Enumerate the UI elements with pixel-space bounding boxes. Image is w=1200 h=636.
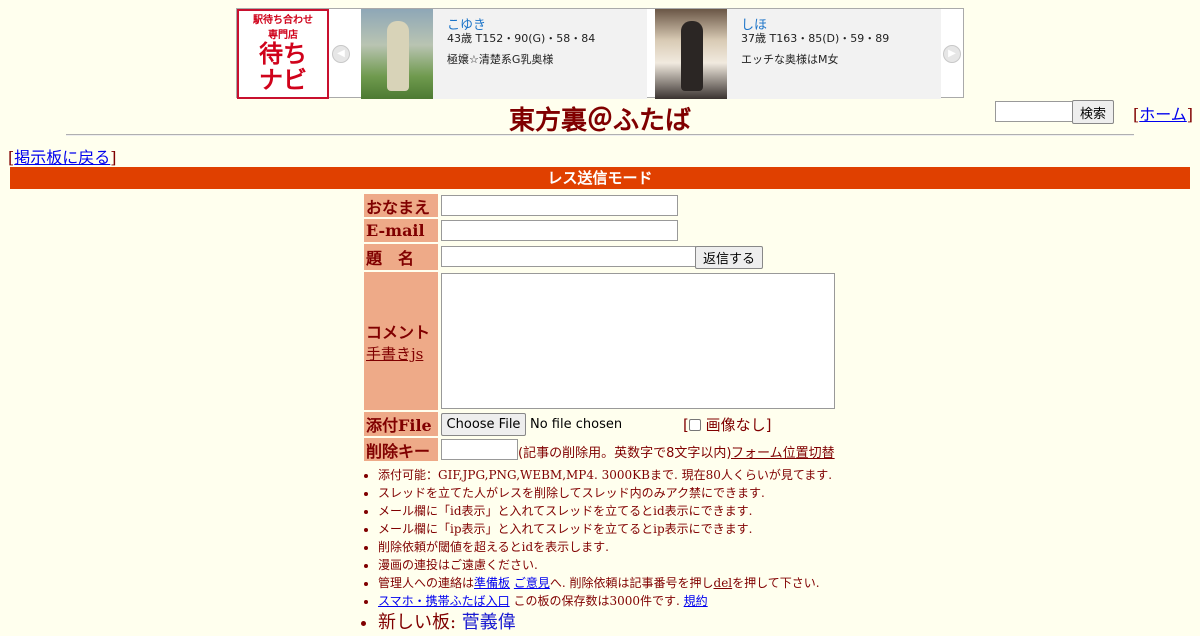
handwrite-js-link[interactable]: 手書きjs bbox=[366, 343, 423, 364]
logo-line1: 駅待ち合わせ bbox=[253, 15, 313, 26]
list-item: 漫画の連投はご遠慮ください. bbox=[378, 556, 832, 574]
prep-board-link[interactable]: 準備板 bbox=[474, 576, 510, 590]
list-item: メール欄に「ip表示」と入れてスレッドを立てるとip表示にできます. bbox=[378, 520, 832, 538]
email-label: E-mail bbox=[364, 219, 438, 242]
reply-mode-bar: レス送信モード bbox=[10, 167, 1190, 189]
delete-key-label: 削除キー bbox=[364, 438, 438, 461]
list-item: 削除依頼が閾値を超えるとidを表示します. bbox=[378, 538, 832, 556]
no-image-bracket-open: [ bbox=[683, 416, 689, 434]
subject-input[interactable] bbox=[441, 246, 696, 267]
list-item: メール欄に「id表示」と入れてスレッドを立てるとid表示にできます. bbox=[378, 502, 832, 520]
logo-line3: 待ち bbox=[259, 40, 307, 68]
search-input[interactable] bbox=[995, 101, 1073, 122]
list-item: 新しい板: 菅義偉 bbox=[378, 610, 832, 636]
profile-photo[interactable] bbox=[361, 9, 433, 99]
card-spec: 43歳 T152・90(G)・58・84 bbox=[447, 32, 596, 45]
photo-figure bbox=[387, 21, 409, 91]
logo-line4: ナビ bbox=[259, 66, 307, 94]
choose-file-button[interactable]: Choose File bbox=[441, 413, 526, 436]
contact-prefix: 管理人への連絡は bbox=[378, 576, 475, 590]
list-item: スマホ・携帯ふたば入口 この板の保存数は3000件です. 規約 bbox=[378, 592, 832, 610]
no-image-checkbox[interactable] bbox=[688, 419, 701, 431]
card-spec: 37歳 T163・85(D)・59・89 bbox=[741, 32, 890, 45]
file-label: 添付File bbox=[364, 412, 438, 436]
del-link[interactable]: del bbox=[714, 576, 733, 590]
form-position-toggle-link[interactable]: フォーム位置切替 bbox=[731, 442, 835, 461]
list-item: スレッドを立てた人がレスを削除してスレッド内のみアク禁にできます. bbox=[378, 484, 832, 502]
photo-figure bbox=[681, 21, 703, 91]
contact-suffix: を押して下さい. bbox=[732, 576, 820, 590]
back-link-wrapper: [掲示板に戻る] bbox=[8, 144, 117, 168]
no-file-chosen-text: No file chosen bbox=[530, 417, 623, 432]
no-image-option: [ 画像なし] bbox=[683, 414, 772, 435]
divider bbox=[66, 134, 1134, 136]
name-input[interactable] bbox=[441, 195, 678, 216]
submit-reply-button[interactable]: 返信する bbox=[695, 246, 763, 269]
banner-card-shiho[interactable]: しほ 37歳 T163・85(D)・59・89 エッチな奥様はM女 bbox=[655, 9, 941, 99]
feedback-link[interactable]: ご意見 bbox=[514, 576, 550, 590]
delete-key-input[interactable] bbox=[441, 439, 518, 460]
profile-photo[interactable] bbox=[655, 9, 727, 99]
back-bracket-close: ] bbox=[110, 148, 117, 167]
banner-prev-arrow-icon[interactable]: ◀ bbox=[332, 45, 350, 63]
subject-label: 題 名 bbox=[364, 244, 438, 270]
email-input[interactable] bbox=[441, 220, 678, 241]
rules-link[interactable]: 規約 bbox=[684, 594, 708, 608]
comment-textarea[interactable] bbox=[441, 273, 835, 409]
name-label: おなまえ bbox=[364, 194, 438, 217]
storage-note: この板の保存数は3000件です. bbox=[509, 594, 684, 608]
list-item: 添付可能：GIF,JPG,PNG,WEBM,MP4. 3000KBまで. 現在8… bbox=[378, 466, 832, 484]
delete-key-note: (記事の削除用。英数字で8文字以内) bbox=[518, 446, 732, 461]
board-notes: 添付可能：GIF,JPG,PNG,WEBM,MP4. 3000KBまで. 現在8… bbox=[362, 466, 832, 636]
card-desc: 極嬢☆清楚系G乳奥様 bbox=[447, 53, 554, 66]
no-image-label: 画像なし bbox=[705, 416, 766, 434]
card-desc: エッチな奥様はM女 bbox=[741, 53, 839, 66]
banner-next-arrow-icon[interactable]: ▶ bbox=[943, 45, 961, 63]
machinavi-logo[interactable]: 駅待ち合わせ 専門店 待ち ナビ bbox=[237, 9, 329, 99]
contact-middle: へ. 削除依頼は記事番号を押し bbox=[549, 576, 714, 590]
back-to-board-link[interactable]: 掲示板に戻る bbox=[14, 148, 110, 167]
comment-label-cell: コメント 手書きjs bbox=[364, 272, 438, 410]
mobile-entrance-link[interactable]: スマホ・携帯ふたば入口 bbox=[378, 594, 510, 608]
ad-banner[interactable]: 駅待ち合わせ 専門店 待ち ナビ ◀ こゆき 43歳 T152・90(G)・58… bbox=[236, 8, 964, 99]
banner-card-koyuki[interactable]: こゆき 43歳 T152・90(G)・58・84 極嬢☆清楚系G乳奥様 bbox=[361, 9, 647, 99]
no-image-bracket-close: ] bbox=[765, 416, 772, 434]
comment-label: コメント bbox=[366, 322, 431, 342]
list-item: 管理人への連絡は準備板 ご意見へ. 削除依頼は記事番号を押しdelを押して下さい… bbox=[378, 574, 832, 592]
home-link-wrapper: [ホーム] bbox=[1133, 101, 1193, 125]
search-button[interactable]: 検索 bbox=[1072, 100, 1114, 124]
home-bracket-close: ] bbox=[1186, 105, 1194, 124]
home-link[interactable]: ホーム bbox=[1139, 105, 1187, 124]
